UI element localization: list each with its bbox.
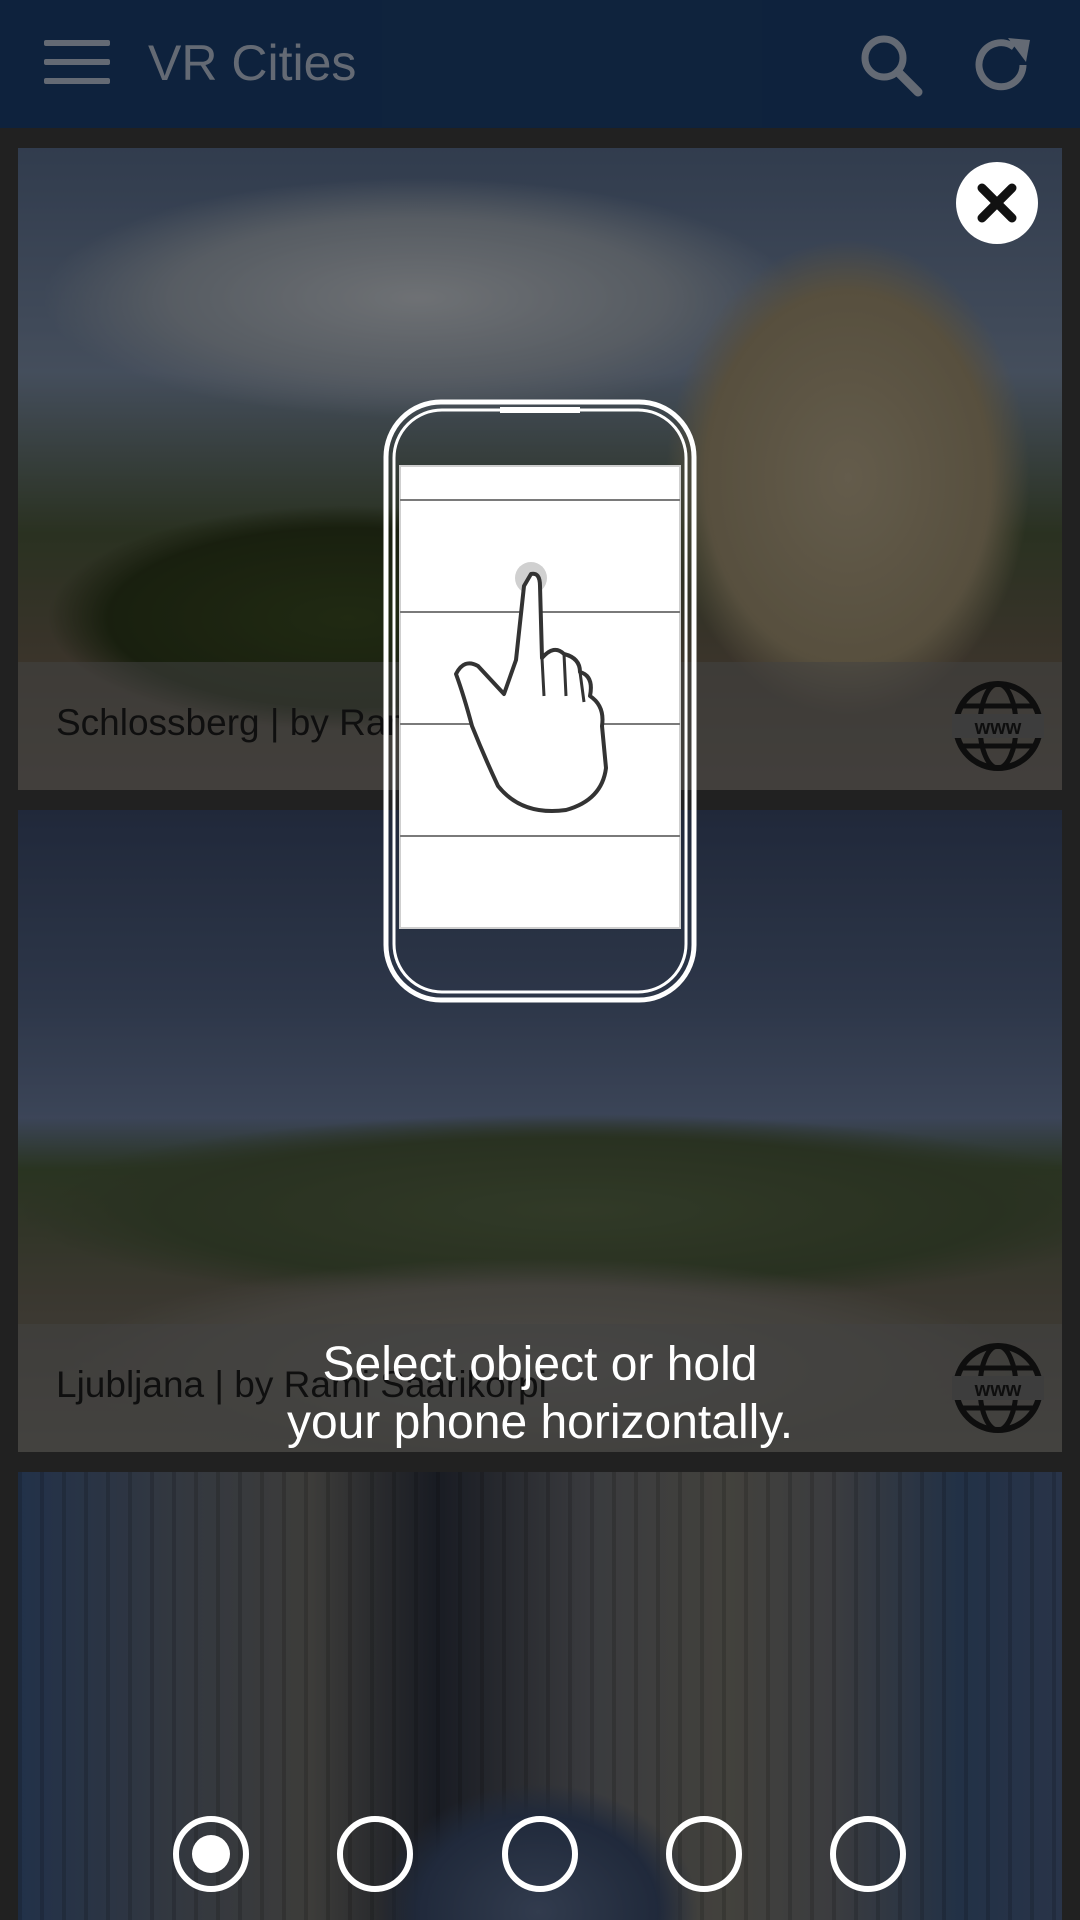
close-icon[interactable]	[956, 162, 1038, 244]
instruction-line-1: Select object or hold	[322, 1338, 758, 1391]
tutorial-page-indicator	[0, 1816, 1080, 1896]
page-dot-1[interactable]	[173, 1816, 249, 1892]
page-dot-5[interactable]	[830, 1816, 906, 1892]
page-dot-2[interactable]	[337, 1816, 413, 1892]
instruction-line-2: your phone horizontally.	[286, 1396, 794, 1449]
page-dot-4[interactable]	[666, 1816, 742, 1892]
page-dot-3[interactable]	[502, 1816, 578, 1892]
phone-tap-hand-icon	[380, 396, 700, 1006]
tutorial-instruction: Select object or hold your phone horizon…	[190, 1336, 890, 1452]
